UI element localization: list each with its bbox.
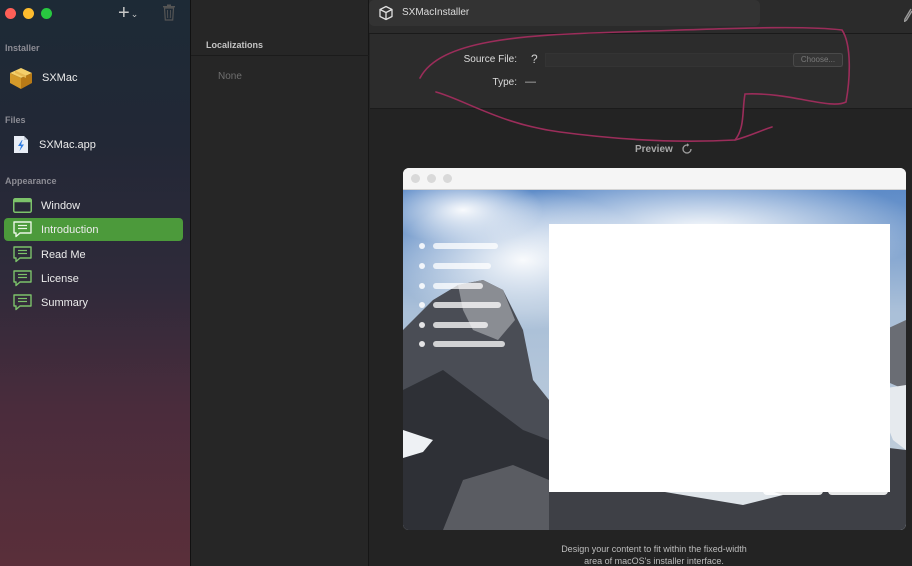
sidebar-item-label: SXMac <box>42 72 78 84</box>
sidebar-item-label: License <box>41 272 79 285</box>
sidebar-item-license[interactable]: License <box>4 267 183 290</box>
box-icon <box>379 5 393 21</box>
window-icon <box>12 197 32 215</box>
window-controls <box>5 8 52 19</box>
preview-step-item <box>419 282 519 290</box>
preview-hint: Design your content to fit within the fi… <box>504 543 804 566</box>
preview-window-titlebar <box>403 168 906 190</box>
trash-icon[interactable] <box>162 4 176 21</box>
section-header-appearance: Appearance <box>5 176 57 186</box>
type-value: — <box>525 76 536 88</box>
speech-bubble-icon <box>12 270 32 288</box>
sidebar-item-window[interactable]: Window <box>4 194 183 217</box>
preview-hint-line: area of macOS's installer interface. <box>584 556 724 566</box>
section-header-files: Files <box>5 115 26 125</box>
sidebar: +⌄ Installer SXMac Files SXMac.app Appea… <box>0 0 191 566</box>
type-label: Type: <box>492 77 517 88</box>
zoom-window-button[interactable] <box>41 8 52 19</box>
sidebar-item-label: Introduction <box>41 223 99 236</box>
preview-content-area <box>549 224 890 492</box>
detail-panel: Source File: ? Choose... Type: — <box>370 34 912 109</box>
sidebar-item-file[interactable]: SXMac.app <box>4 133 183 156</box>
add-button[interactable]: +⌄ <box>118 3 138 24</box>
preview-zoom-dot <box>443 174 452 183</box>
window-title: SXMacInstaller <box>402 7 470 18</box>
speech-bubble-icon <box>12 221 32 239</box>
installer-preview-window <box>403 168 906 530</box>
minimize-window-button[interactable] <box>23 8 34 19</box>
pencil-icon[interactable] <box>904 8 912 22</box>
preview-back-button <box>763 478 823 495</box>
preview-step-item <box>419 301 519 309</box>
package-icon <box>8 66 34 90</box>
chevron-down-icon: ⌄ <box>130 8 139 19</box>
preview-continue-button <box>828 478 888 495</box>
preview-step-item <box>419 321 519 329</box>
sidebar-item-label: SXMac.app <box>39 138 96 151</box>
sidebar-item-introduction[interactable]: Introduction <box>4 218 183 241</box>
preview-step-item <box>419 262 519 270</box>
sidebar-item-summary[interactable]: Summary <box>4 291 183 314</box>
localizations-empty-label: None <box>218 71 242 82</box>
plus-icon: + <box>118 2 130 24</box>
preview-area: Preview Design your content to fit withi… <box>370 110 912 566</box>
preview-label: Preview <box>635 144 673 155</box>
app-file-icon <box>11 136 31 154</box>
title-pill[interactable]: SXMacInstaller <box>369 0 760 26</box>
sidebar-item-label: Read Me <box>41 248 86 261</box>
choose-button[interactable]: Choose... <box>793 53 843 67</box>
localizations-panel: Localizations None <box>191 0 369 566</box>
preview-step-item <box>419 340 519 348</box>
close-window-button[interactable] <box>5 8 16 19</box>
refresh-icon[interactable] <box>681 143 693 155</box>
preview-close-dot <box>411 174 420 183</box>
speech-bubble-icon <box>12 294 32 312</box>
sidebar-item-installer[interactable]: SXMac <box>4 66 183 90</box>
speech-bubble-icon <box>12 246 32 264</box>
source-file-label: Source File: <box>463 54 517 65</box>
preview-step-item <box>419 242 519 250</box>
preview-minimize-dot <box>427 174 436 183</box>
preview-hint-line: Design your content to fit within the fi… <box>561 544 747 554</box>
source-file-value: ? <box>531 52 538 66</box>
section-header-installer: Installer <box>5 43 40 53</box>
localizations-header: Localizations <box>191 34 369 56</box>
localizations-title: Localizations <box>206 40 264 50</box>
sidebar-item-read-me[interactable]: Read Me <box>4 243 183 266</box>
sidebar-item-label: Window <box>41 199 81 212</box>
sidebar-item-label: Summary <box>41 296 89 309</box>
